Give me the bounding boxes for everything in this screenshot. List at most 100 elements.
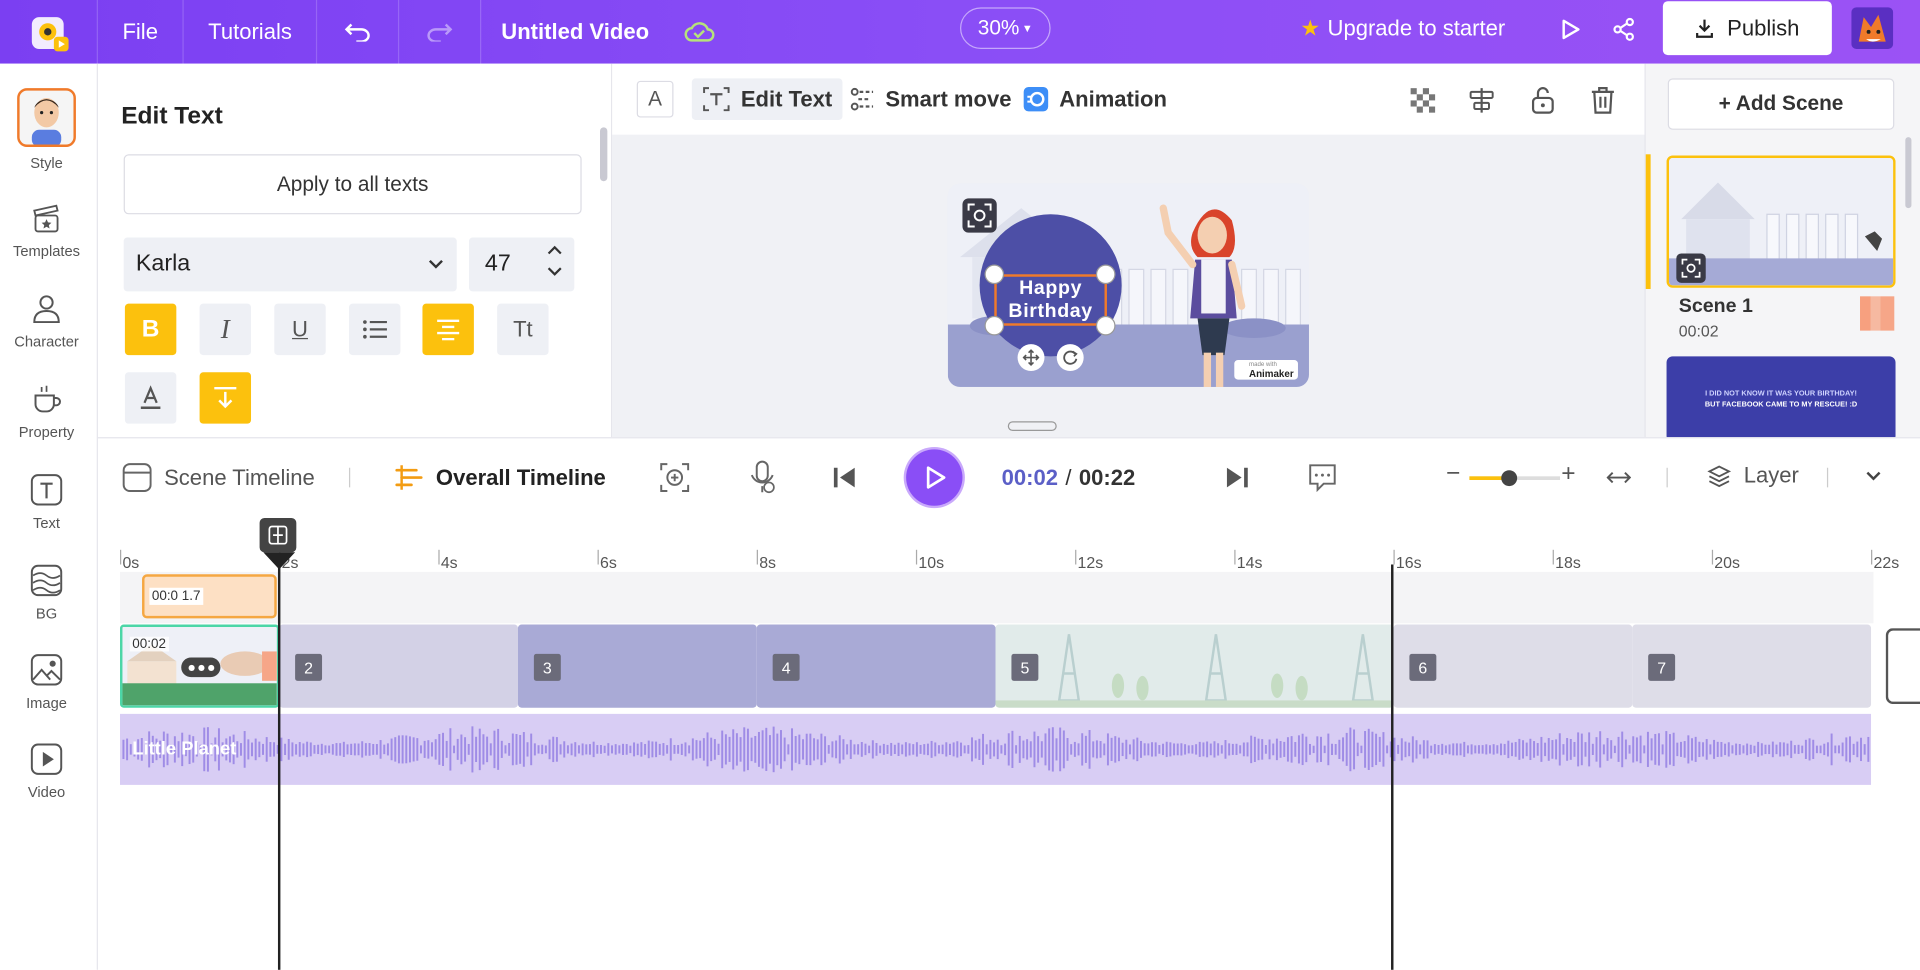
waveform-bar — [673, 744, 676, 754]
fit-timeline-button[interactable] — [1606, 465, 1632, 489]
scene-end-marker — [1391, 564, 1394, 970]
timeline-scene-1[interactable]: 00:02 — [120, 624, 280, 708]
text-element-label: 00:0 1.7 — [149, 587, 203, 605]
collapse-timeline-button[interactable] — [1865, 470, 1882, 482]
preview-button[interactable] — [1558, 17, 1582, 41]
delete-button[interactable] — [1589, 86, 1616, 115]
waveform-bar — [974, 740, 977, 759]
scene-number-badge: 4 — [772, 653, 800, 681]
text-element-clip[interactable]: 00:0 1.7 — [142, 574, 277, 619]
timeline-scene-6[interactable]: 6 — [1393, 624, 1633, 708]
align-center-button[interactable] — [422, 303, 474, 356]
user-avatar[interactable] — [1851, 7, 1894, 49]
move-handle[interactable] — [1017, 344, 1045, 372]
redo-button[interactable] — [400, 0, 482, 64]
bold-button[interactable]: B — [124, 303, 177, 356]
waveform-bar — [1066, 737, 1069, 761]
add-scene-end-slot[interactable] — [1885, 628, 1920, 705]
align-button[interactable] — [1467, 87, 1496, 114]
sidebar-item-video[interactable]: Video — [0, 742, 93, 801]
underline-button[interactable]: U — [274, 303, 326, 356]
waveform-bar — [1768, 744, 1771, 755]
playhead[interactable] — [259, 516, 297, 970]
waveform-bar — [1062, 730, 1065, 769]
timeline-scene-5[interactable]: 5 — [995, 624, 1394, 708]
sidebar-item-bg[interactable]: BG — [0, 563, 93, 622]
italic-button[interactable]: I — [199, 303, 252, 356]
waveform-bar — [600, 744, 602, 754]
scene-options-icon[interactable] — [181, 657, 221, 678]
text-style-button[interactable]: A — [636, 80, 674, 118]
text-color-button[interactable] — [124, 372, 177, 424]
timeline-scene-3[interactable]: 3 — [517, 624, 757, 708]
share-button[interactable] — [1611, 17, 1635, 41]
scene-thumb-2[interactable]: I DID NOT KNOW IT WAS YOUR BIRTHDAY! BUT… — [1666, 356, 1896, 443]
timeline-ruler[interactable]: 0s 2s 4s 6s 8s 10s 12s 14s 16s 18s 20s 2… — [98, 516, 1920, 572]
font-family-select[interactable]: Karla — [123, 237, 457, 292]
sidebar-item-property[interactable]: Property — [0, 382, 93, 441]
publish-button[interactable]: Publish — [1662, 1, 1832, 56]
scene-camera-icon[interactable] — [962, 198, 997, 233]
scene-thumb-1[interactable] — [1666, 155, 1896, 288]
chevron-down-icon[interactable] — [547, 267, 562, 277]
waveform-bar — [1562, 744, 1565, 755]
canvas-resize-bar[interactable] — [1007, 421, 1057, 432]
lock-button[interactable] — [1531, 86, 1555, 115]
overall-timeline-tab[interactable]: Overall Timeline — [394, 463, 606, 492]
timeline-scene-7[interactable]: 7 — [1632, 624, 1872, 708]
upgrade-button[interactable]: ★ Upgrade to starter — [1300, 16, 1505, 42]
scene-preview[interactable]: Happy Birthday made with Animaker — [947, 183, 1309, 387]
rotate-handle[interactable] — [1056, 344, 1084, 372]
scene-transition-handle[interactable] — [262, 651, 277, 681]
subtitles-button[interactable] — [1308, 463, 1337, 493]
text-selection-box[interactable]: Happy Birthday — [994, 274, 1107, 326]
scene-1-camera-icon[interactable] — [1676, 253, 1706, 283]
panel-scrollbar[interactable] — [600, 127, 608, 182]
font-size-input[interactable]: 47 — [468, 237, 575, 292]
layer-button[interactable]: Layer — [1707, 463, 1799, 489]
waveform-bar — [1110, 737, 1113, 761]
add-scene-button[interactable]: + Add Scene — [1667, 78, 1895, 130]
edit-text-button[interactable]: Edit Text — [691, 78, 843, 121]
scene-1-options-handle[interactable] — [1860, 296, 1895, 331]
timeline-scene-4[interactable]: 4 — [756, 624, 996, 708]
resize-handle-tl[interactable] — [984, 264, 1005, 285]
animaker-logo[interactable] — [0, 0, 98, 64]
apply-to-all-texts-button[interactable]: Apply to all texts — [123, 154, 582, 215]
resize-handle-br[interactable] — [1095, 315, 1116, 336]
sidebar-item-character[interactable]: Character — [0, 291, 93, 350]
record-voice-button[interactable] — [749, 460, 776, 494]
audio-track[interactable]: Little Planet — [120, 713, 1872, 785]
scenes-scrollbar[interactable] — [1905, 137, 1912, 209]
undo-button[interactable] — [318, 0, 400, 64]
playhead-handle[interactable] — [259, 517, 297, 553]
timeline-scene-2[interactable]: 2 — [279, 624, 518, 708]
chevron-up-icon[interactable] — [547, 245, 562, 255]
list-button[interactable] — [348, 303, 401, 356]
project-title[interactable]: Untitled Video — [482, 19, 669, 45]
next-scene-button[interactable] — [1225, 465, 1249, 489]
sidebar-item-image[interactable]: Image — [0, 653, 93, 711]
text-case-button[interactable]: Tt — [497, 303, 549, 356]
resize-handle-tr[interactable] — [1095, 264, 1116, 285]
smart-move-button[interactable]: Smart move — [839, 78, 1022, 120]
ruler-tick — [120, 549, 122, 565]
zoom-in-button[interactable]: + — [1561, 460, 1575, 488]
sidebar-item-text[interactable]: Text — [0, 473, 93, 531]
tutorials-menu[interactable]: Tutorials — [184, 0, 318, 64]
scene-timeline-tab[interactable]: Scene Timeline — [122, 463, 315, 493]
play-button[interactable] — [906, 449, 963, 506]
add-element-button[interactable] — [660, 463, 690, 493]
resize-handle-bl[interactable] — [984, 315, 1005, 336]
timeline-zoom-slider[interactable] — [1469, 470, 1561, 487]
zoom-select[interactable]: 30% ▼ — [960, 7, 1051, 49]
sidebar-item-style[interactable]: Style — [0, 88, 93, 171]
zoom-slider-knob[interactable] — [1501, 470, 1518, 487]
vertical-align-button[interactable] — [199, 372, 252, 424]
animation-button[interactable]: Animation — [1013, 78, 1177, 120]
zoom-out-button[interactable]: − — [1446, 460, 1460, 488]
file-menu[interactable]: File — [98, 0, 184, 64]
sidebar-item-templates[interactable]: Templates — [0, 201, 93, 260]
transparency-button[interactable] — [1409, 87, 1436, 114]
previous-scene-button[interactable] — [833, 465, 857, 489]
